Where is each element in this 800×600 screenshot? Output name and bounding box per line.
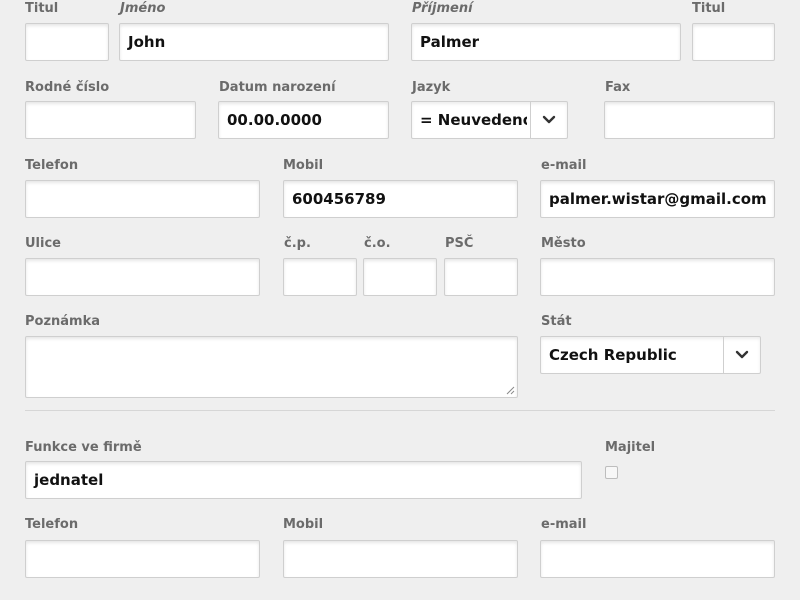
last-name-label: Příjmení [412, 1, 473, 16]
country-select[interactable]: Czech Republic [540, 336, 761, 374]
company-email-input[interactable] [540, 540, 775, 578]
email-input[interactable]: palmer.wistar@gmail.com [540, 180, 775, 218]
section-divider [25, 410, 775, 411]
note-textarea[interactable] [25, 336, 518, 398]
country-label: Stát [541, 314, 572, 329]
fax-label: Fax [605, 80, 631, 95]
chevron-down-icon [542, 115, 556, 124]
mobile-input[interactable]: 600456789 [283, 180, 518, 218]
city-label: Město [541, 236, 586, 251]
street-label: Ulice [25, 236, 61, 251]
contact-form: Titul Jméno Příjmení Titul John Palmer R… [0, 0, 800, 600]
country-dropdown-button[interactable] [723, 337, 760, 373]
note-label: Poznámka [25, 314, 101, 329]
owner-label: Majitel [605, 440, 656, 455]
birth-date-input[interactable]: 00.00.0000 [218, 101, 389, 139]
company-mobile-input[interactable] [283, 540, 518, 578]
birth-date-label: Datum narození [219, 80, 336, 95]
company-email-label: e-mail [541, 517, 587, 532]
title-after-label: Titul [692, 1, 726, 16]
function-input[interactable]: jednatel [25, 461, 582, 499]
chevron-down-icon [735, 350, 749, 359]
last-name-input[interactable]: Palmer [411, 23, 681, 61]
orientation-number-label: č.o. [364, 236, 391, 251]
language-select[interactable]: = Neuvedeno [411, 101, 568, 139]
title-before-input[interactable] [25, 23, 109, 61]
phone-input[interactable] [25, 180, 260, 218]
owner-checkbox[interactable] [605, 466, 618, 479]
language-selected-value: = Neuvedeno [420, 111, 527, 129]
first-name-input[interactable]: John [119, 23, 389, 61]
house-number-label: č.p. [284, 236, 311, 251]
email-label: e-mail [541, 158, 587, 173]
mobile-label: Mobil [283, 158, 324, 173]
postal-code-input[interactable] [444, 258, 518, 296]
phone-label: Telefon [25, 158, 79, 173]
country-selected-value: Czech Republic [549, 346, 677, 364]
house-number-input[interactable] [283, 258, 357, 296]
fax-input[interactable] [604, 101, 775, 139]
language-label: Jazyk [412, 80, 451, 95]
street-input[interactable] [25, 258, 260, 296]
title-after-input[interactable] [692, 23, 775, 61]
company-phone-input[interactable] [25, 540, 260, 578]
resize-grip-icon[interactable] [505, 385, 515, 395]
orientation-number-input[interactable] [363, 258, 437, 296]
birth-number-label: Rodné číslo [25, 80, 110, 95]
company-phone-label: Telefon [25, 517, 79, 532]
title-before-label: Titul [25, 1, 59, 16]
first-name-label: Jméno [120, 1, 166, 16]
company-mobile-label: Mobil [283, 517, 324, 532]
function-label: Funkce ve firmě [25, 440, 142, 455]
language-dropdown-button[interactable] [530, 102, 567, 138]
postal-code-label: PSČ [445, 236, 474, 251]
city-input[interactable] [540, 258, 775, 296]
birth-number-input[interactable] [25, 101, 196, 139]
